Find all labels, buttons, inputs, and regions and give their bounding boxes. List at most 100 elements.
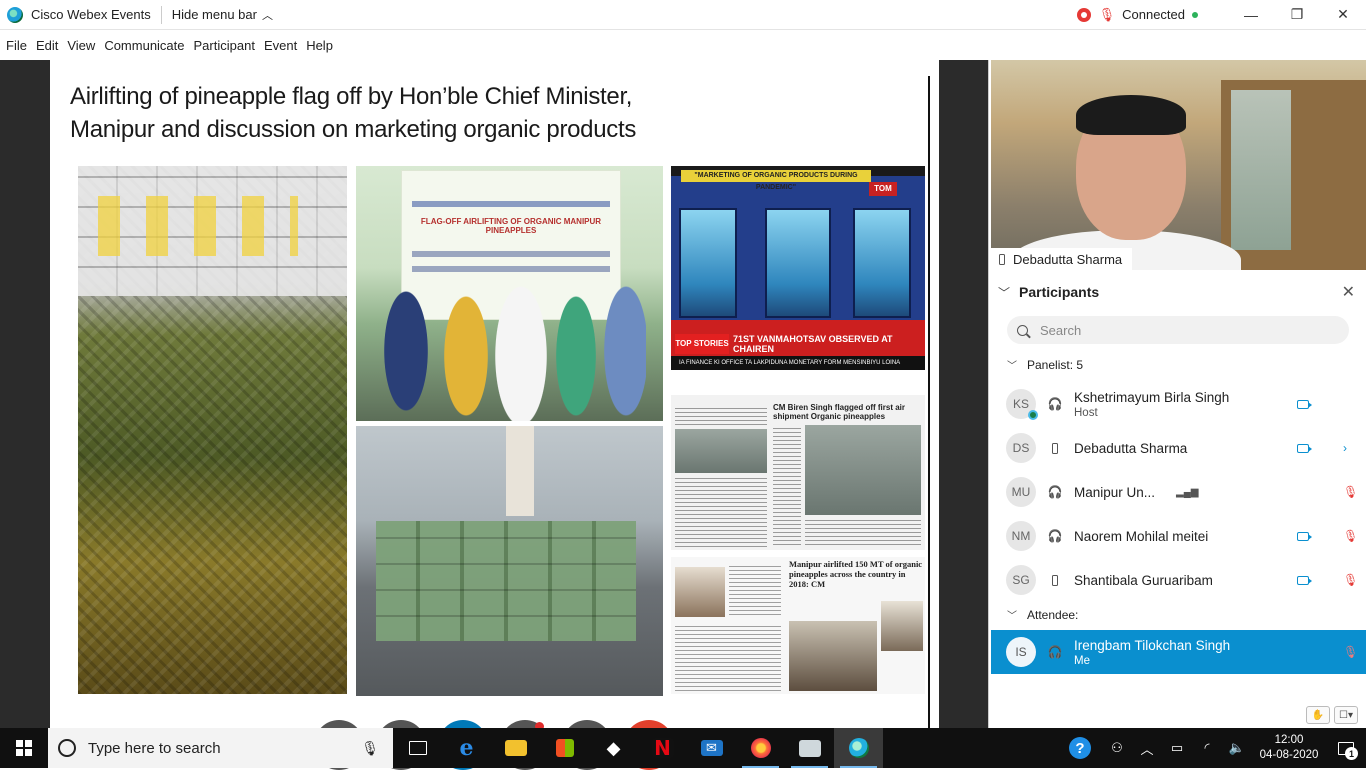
folder-icon <box>504 740 527 756</box>
close-panel-button[interactable]: ✕ <box>1342 282 1355 302</box>
participants-title: Participants <box>1019 284 1100 300</box>
title-bar: Cisco Webex Events Hide menu bar ︿ 🎙 Con… <box>0 0 1366 30</box>
store-app[interactable] <box>540 728 589 768</box>
people-button[interactable]: ⚇ <box>1102 728 1132 768</box>
chevron-up-icon: ︿ <box>261 9 273 22</box>
connection-status-dot <box>1192 11 1198 18</box>
taskbar-search-placeholder: Type here to search <box>88 739 221 757</box>
attendee-group-header[interactable]: ﹀ Attendee: <box>1007 607 1079 623</box>
menu-communicate[interactable]: Communicate <box>104 38 184 53</box>
slide-border-line <box>928 76 930 728</box>
mic-muted-icon[interactable]: 🎙 <box>1343 645 1358 659</box>
hide-menu-bar-button[interactable]: Hide menu bar ︿ <box>172 7 273 23</box>
tv-top-stories: TOP STORIES <box>675 334 729 354</box>
photos-app[interactable] <box>785 728 834 768</box>
mic-muted-icon[interactable]: 🎙 <box>1343 573 1358 587</box>
recording-icon[interactable] <box>1076 7 1091 22</box>
participant-row-mu[interactable]: MU 🎧 Manipur Un... ▂▄▆ 🎙 <box>991 470 1366 514</box>
start-button[interactable] <box>0 728 48 768</box>
panelist-group-label: Panelist: 5 <box>1027 357 1084 372</box>
raise-hand-button[interactable]: ✋ <box>1306 706 1330 724</box>
audio-level-icon: ▂▄▆ <box>1176 486 1199 498</box>
news-text-column <box>805 519 921 545</box>
right-panel: Debadutta Sharma ﹀ Participants ✕ ﹀ Pane… <box>988 60 1366 728</box>
video-camera-icon[interactable] <box>1297 575 1312 585</box>
participants-panel-header: ﹀ Participants ✕ <box>989 280 1366 304</box>
panel-bottom-actions: ✋ ☐▾ <box>1306 706 1358 724</box>
participant-role: Me <box>1074 654 1090 667</box>
help-button[interactable]: ? <box>1058 728 1102 768</box>
tv-lower-strip: IA FINANCE KI OFFICE TA LAKPIDUNA MONETA… <box>671 356 925 370</box>
battery-icon[interactable]: ▭ <box>1162 728 1192 768</box>
menu-file[interactable]: File <box>6 38 27 53</box>
carton-labels <box>98 196 298 256</box>
app-title: Cisco Webex Events <box>31 7 151 22</box>
mic-muted-icon[interactable]: 🎙 <box>1343 485 1358 499</box>
microphone-icon[interactable]: 🎙 <box>361 740 379 757</box>
news-photo <box>789 621 877 691</box>
video-speaker-label: Debadutta Sharma <box>991 248 1133 270</box>
avatar-initials: DS <box>1012 441 1030 455</box>
file-explorer-app[interactable] <box>491 728 540 768</box>
flag-off-ceremony-photo: FLAG-OFF AIRLIFTING OF ORGANIC MANIPUR P… <box>356 166 663 421</box>
photos-icon <box>798 739 821 757</box>
wifi-icon[interactable]: ◜ <box>1192 728 1222 768</box>
chevron-down-icon: ﹀ <box>1007 361 1017 372</box>
avatar: IS <box>1006 637 1036 667</box>
attendee-group-label: Attendee: <box>1027 607 1079 622</box>
menu-participant[interactable]: Participant <box>194 38 255 53</box>
dropbox-app[interactable]: ◆ <box>589 728 638 768</box>
menu-view[interactable]: View <box>67 38 95 53</box>
netflix-app[interactable]: N <box>638 728 687 768</box>
taskbar-search[interactable]: Type here to search 🎙 <box>48 728 393 768</box>
avatar: KS <box>1006 389 1038 420</box>
feedback-dropdown-button[interactable]: ☐▾ <box>1334 706 1358 724</box>
participant-name: Kshetrimayum Birla Singh <box>1074 389 1230 405</box>
webex-app[interactable] <box>834 728 883 768</box>
mail-app[interactable]: ✉ <box>687 728 736 768</box>
show-hidden-icons-button[interactable]: ︿ <box>1132 728 1162 768</box>
participant-row-me[interactable]: IS 🎧 Irengbam Tilokchan Singh Me 🎙 <box>991 630 1366 674</box>
participant-row-ks[interactable]: KS 🎧 Kshetrimayum Birla Singh Host <box>991 382 1366 426</box>
task-view-button[interactable] <box>393 728 442 768</box>
active-speaker-video[interactable] <box>991 60 1366 270</box>
chevron-down-icon[interactable]: ﹀ <box>998 284 1010 301</box>
hide-menu-bar-label: Hide menu bar <box>171 7 257 22</box>
video-camera-icon[interactable] <box>1297 443 1312 453</box>
chevron-up-icon: ︿ <box>1140 741 1154 757</box>
video-camera-icon[interactable] <box>1297 399 1312 409</box>
volume-icon[interactable]: 🔈 <box>1222 728 1252 768</box>
officials-group <box>376 231 646 421</box>
netflix-icon: N <box>651 736 674 760</box>
close-window-button[interactable]: ✕ <box>1320 0 1366 30</box>
phone-icon <box>1044 574 1066 586</box>
webex-icon <box>848 738 869 758</box>
mic-muted-icon[interactable]: 🎙 <box>1343 529 1358 543</box>
headset-icon: 🎧 <box>1047 645 1063 659</box>
participant-row-ds[interactable]: DS Debadutta Sharma › <box>991 426 1366 470</box>
task-view-icon <box>408 741 427 755</box>
participant-search-input[interactable] <box>1040 322 1320 338</box>
news-text-column <box>675 623 781 691</box>
menu-edit[interactable]: Edit <box>36 38 58 53</box>
video-camera-icon[interactable] <box>1297 531 1312 541</box>
maximize-button[interactable]: ❐ <box>1274 0 1320 30</box>
windows-taskbar: Type here to search 🎙 e ◆ N ✉ ? ⚇ ︿ ▭ ◜ … <box>0 728 1366 768</box>
panelist-group-header[interactable]: ﹀ Panelist: 5 <box>1007 357 1084 373</box>
connection-status-label: Connected <box>1122 7 1185 22</box>
participant-search[interactable] <box>1007 316 1349 344</box>
participant-row-sg[interactable]: SG Shantibala Guruaribam 🎙 <box>991 558 1366 602</box>
minimize-button[interactable]: — <box>1228 0 1274 30</box>
menu-event[interactable]: Event <box>264 38 297 53</box>
news-photo <box>675 429 767 473</box>
clock[interactable]: 12:00 04-08-2020 <box>1252 728 1326 768</box>
title-divider <box>160 5 162 24</box>
participant-row-nm[interactable]: NM 🎧 Naorem Mohilal meitei 🎙 <box>991 514 1366 558</box>
edge-app[interactable]: e <box>442 728 491 768</box>
avatar: NM <box>1006 521 1036 551</box>
firefox-app[interactable] <box>736 728 785 768</box>
chevron-right-icon[interactable]: › <box>1343 441 1347 455</box>
store-icon <box>555 739 574 757</box>
notification-center-button[interactable]: 1 <box>1326 728 1366 768</box>
menu-help[interactable]: Help <box>306 38 333 53</box>
